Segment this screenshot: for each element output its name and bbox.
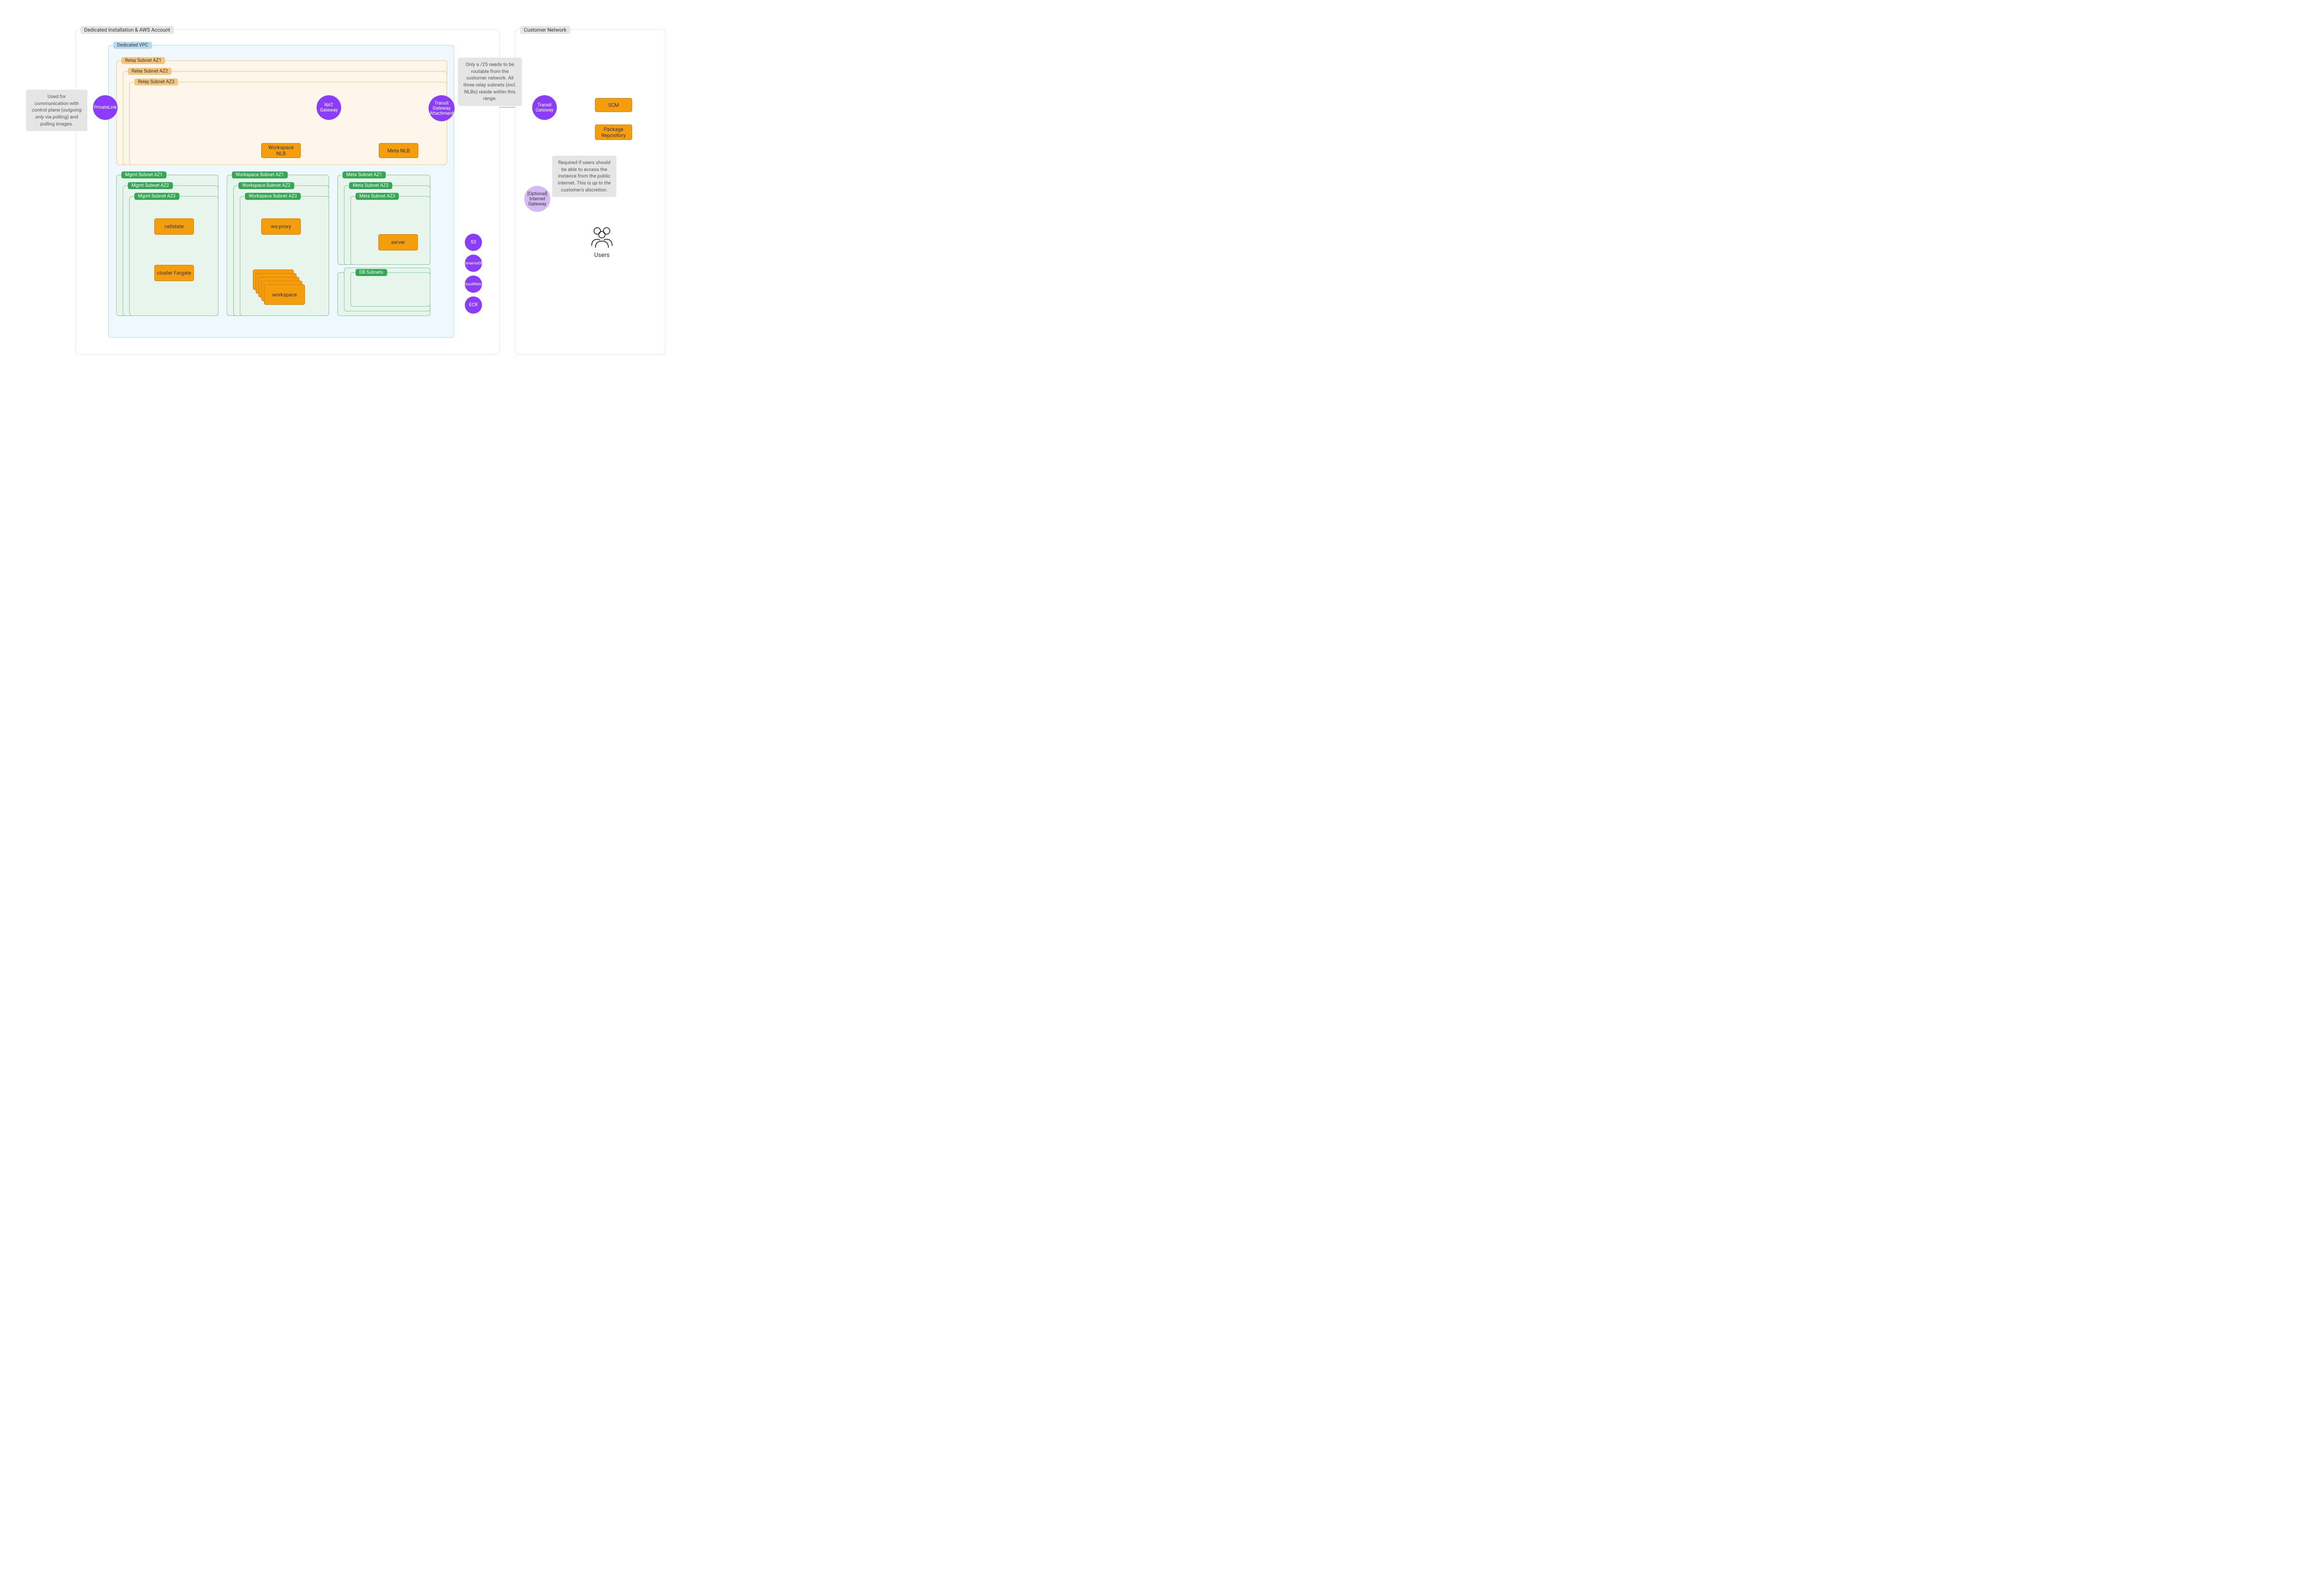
tga-text: Transit Gateway Attachment bbox=[429, 101, 454, 116]
ws-proxy-box: ws-proxy bbox=[261, 218, 301, 235]
users-label: Users bbox=[588, 252, 616, 259]
relay-az2-label: Relay Subnet AZ2 bbox=[128, 68, 172, 75]
note-top: Only a /25 needs to be routable from the… bbox=[458, 58, 522, 106]
tg-text: Transit Gateway bbox=[534, 103, 555, 113]
igw-text: [Optional] Internet Gateway bbox=[526, 191, 548, 207]
meta-subnet-az3: Meta Subnet AZ3 bbox=[350, 196, 430, 265]
nat-circle: NAT Gateway bbox=[317, 95, 341, 120]
dynamodb-text: DynamoDB bbox=[463, 261, 483, 266]
cloudwatch-circle: CloudWatch bbox=[465, 276, 482, 293]
privatelink-circle: PrivateLink bbox=[93, 95, 118, 120]
vpc-label: Dedicated VPC bbox=[113, 42, 152, 49]
s3-text: S3 bbox=[471, 240, 476, 245]
scm-box: SCM bbox=[595, 98, 632, 112]
workspace-nlb-box: Workspace NLB bbox=[261, 143, 301, 158]
users-icon bbox=[588, 225, 616, 249]
dynamodb-circle: DynamoDB bbox=[465, 255, 482, 272]
ws-az1-label: Workspace Subnet AZ1 bbox=[232, 171, 288, 178]
relay-az3-label: Relay Subnet AZ3 bbox=[134, 79, 178, 85]
mgmt-az1-label: Mgmt Subnet AZ1 bbox=[121, 171, 166, 178]
package-repo-text: Package Repository bbox=[597, 126, 630, 138]
tg-circle: Transit Gateway bbox=[532, 95, 557, 120]
note-right: Required if users should be able to acce… bbox=[552, 156, 616, 197]
cellstate-box: cellstate bbox=[154, 218, 194, 235]
meta-az3-label: Meta Subnet AZ3 bbox=[356, 193, 399, 200]
meta-nlb-text: Meta NLB bbox=[387, 148, 409, 154]
cluster-fargate-box: cluster Fargate bbox=[154, 265, 194, 281]
meta-az1-label: Meta Subnet AZ1 bbox=[343, 171, 386, 178]
ws-az3-label: Workspace Subnet AZ3 bbox=[245, 193, 301, 200]
dedicated-label: Dedicated Installation & AWS Account bbox=[80, 26, 174, 34]
meta-az2-label: Meta Subnet AZ2 bbox=[349, 182, 392, 189]
mgmt-az3-label: Mgmt Subnet AZ3 bbox=[134, 193, 179, 200]
cloudwatch-text: CloudWatch bbox=[463, 282, 484, 287]
workspace-nlb-text: Workspace NLB bbox=[264, 145, 298, 157]
igw-circle: [Optional] Internet Gateway bbox=[524, 186, 550, 212]
db-subnet-3: DB Subnets bbox=[350, 272, 430, 307]
ecr-circle: ECR bbox=[465, 296, 482, 314]
tga-circle: Transit Gateway Attachment bbox=[429, 95, 455, 121]
ws-az2-label: Workspace Subnet AZ2 bbox=[238, 182, 294, 189]
note-left: Used for communication with control plan… bbox=[26, 90, 87, 131]
s3-circle: S3 bbox=[465, 234, 482, 251]
nat-text: NAT Gateway bbox=[318, 103, 339, 113]
note-top-text: Only a /25 needs to be routable from the… bbox=[463, 61, 516, 101]
package-repo-box: Package Repository bbox=[595, 125, 632, 140]
relay-az1-label: Relay Subnet AZ1 bbox=[121, 57, 165, 64]
customer-label: Customer Network bbox=[520, 26, 570, 34]
mgmt-az2-label: Mgmt Subnet AZ2 bbox=[128, 182, 173, 189]
cluster-fargate-text: cluster Fargate bbox=[157, 270, 191, 276]
ws-proxy-text: ws-proxy bbox=[271, 224, 291, 230]
workspace-box: workspace bbox=[264, 284, 305, 305]
cellstate-text: cellstate bbox=[165, 224, 184, 230]
mgmt-subnet-az3: Mgmt Subnet AZ3 bbox=[129, 196, 218, 316]
db-subnets-label: DB Subnets bbox=[356, 269, 387, 276]
meta-nlb-box: Meta NLB bbox=[379, 143, 418, 158]
users-icon-group: Users bbox=[588, 225, 616, 259]
ecr-text: ECR bbox=[469, 302, 477, 308]
scm-text: SCM bbox=[608, 102, 619, 108]
server-box: server bbox=[378, 234, 418, 250]
server-text: server bbox=[391, 239, 405, 245]
workspace-text: workspace bbox=[272, 292, 297, 298]
privatelink-text: PrivateLink bbox=[94, 105, 117, 110]
